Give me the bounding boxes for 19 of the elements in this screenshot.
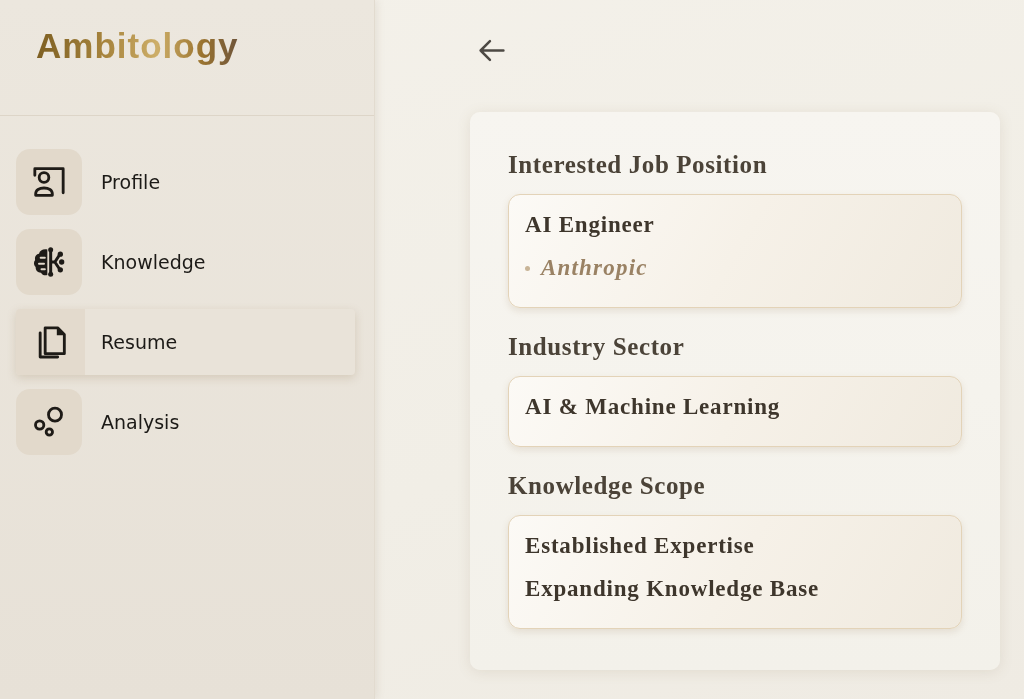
nav-item[interactable]: Analysis	[16, 389, 355, 455]
nav-item[interactable]: Resume	[16, 309, 355, 375]
section-label: Industry Sector	[508, 332, 686, 362]
value-text: AI & Machine Learning	[525, 393, 781, 421]
nav-item[interactable]: Knowledge	[16, 229, 355, 295]
circles-icon	[16, 389, 82, 455]
value-text: Expanding Knowledge Base	[525, 575, 819, 603]
arrow-left-icon	[478, 38, 505, 62]
section-label: Knowledge Scope	[508, 471, 707, 501]
person-frame-icon	[16, 149, 82, 215]
value-text: AI Engineer	[525, 211, 655, 239]
back-button[interactable]	[478, 37, 506, 63]
documents-icon	[16, 309, 85, 375]
section-label: Interested Job Position	[508, 150, 769, 180]
nav-item[interactable]: Profile	[16, 149, 355, 215]
brain-nodes-icon	[16, 229, 82, 295]
value-text: Established Expertise	[525, 532, 755, 560]
bullet-icon	[525, 265, 530, 271]
company-name: Anthropic	[541, 254, 648, 282]
